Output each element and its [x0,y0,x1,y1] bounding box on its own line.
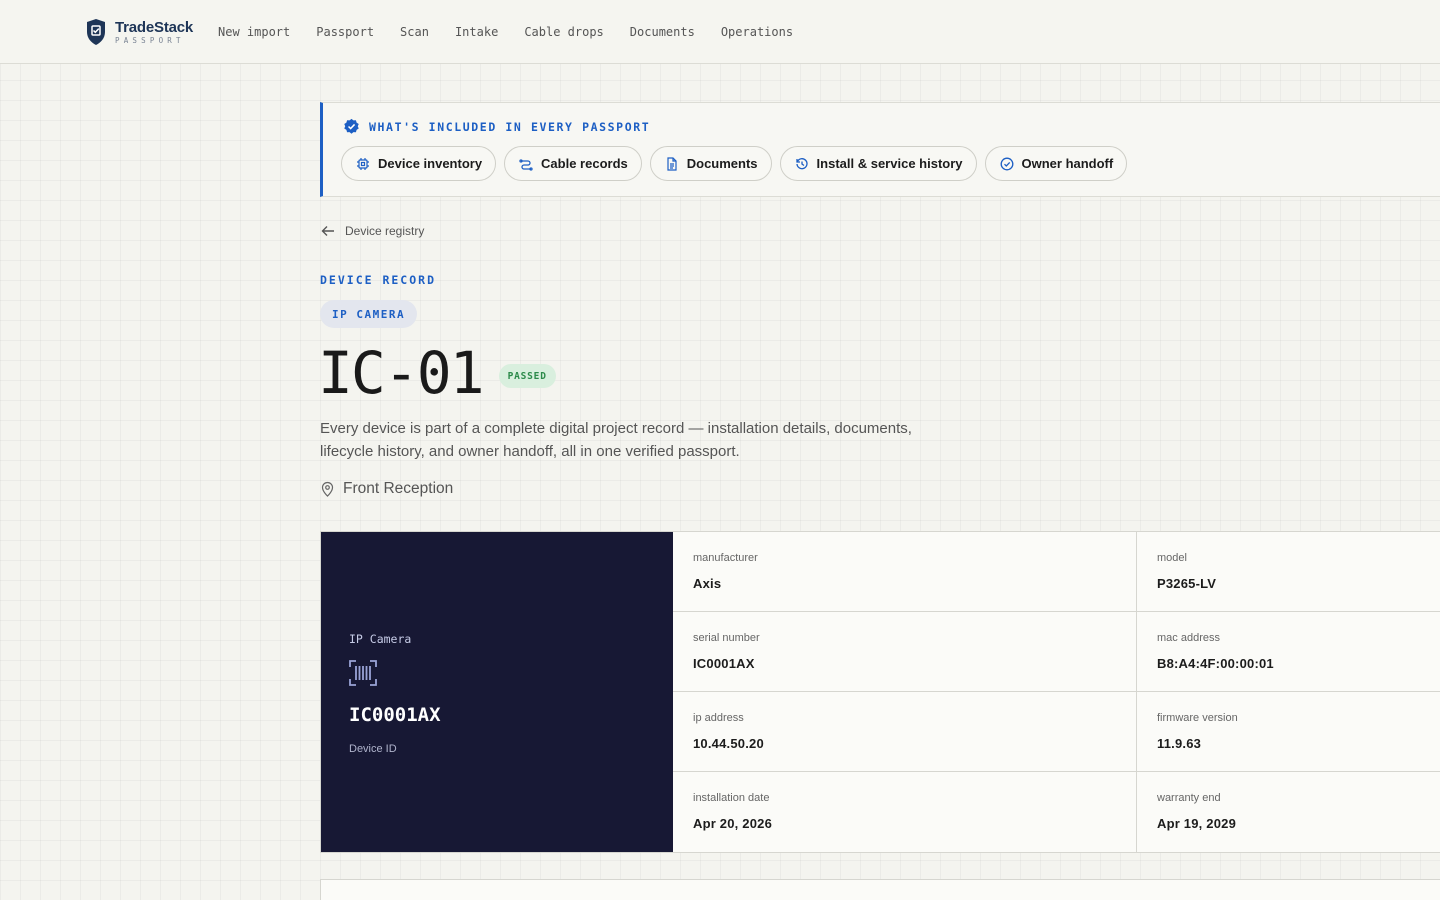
nav-documents[interactable]: Documents [630,25,695,39]
device-type-label: IP Camera [349,632,412,646]
chip-device-inventory[interactable]: Device inventory [341,146,497,181]
check-circle-icon [1000,157,1013,170]
field-label: model [1157,552,1187,564]
field-value: 11.9.63 [1157,736,1202,751]
field-value: Apr 20, 2026 [693,816,773,831]
arrow-left-icon [321,226,334,236]
chip-icon [357,157,369,170]
verified-badge-icon [344,118,359,134]
brand-name: TradeStack [115,18,194,36]
chip-label: Install & service history [816,156,963,171]
nav-cable-drops[interactable]: Cable drops [524,25,603,39]
document-icon [667,156,677,171]
field-label: warranty end [1157,792,1221,804]
field-mac-address: mac address B8:A4:4F:00:00:01 [1137,612,1440,692]
chip-label: Cable records [541,156,628,171]
feature-chips: Device inventory Cable records Documents… [341,146,1135,181]
chip-label: Documents [686,156,758,171]
field-firmware-version: firmware version 11.9.63 [1137,692,1440,772]
chip-label: Device inventory [378,156,483,171]
title-row: IC-01 PASSED [318,340,556,406]
history-icon [795,157,808,169]
field-ip-address: ip address 10.44.50.20 [673,692,1137,772]
location-label: Front Reception [343,480,454,497]
nav-passport[interactable]: Passport [316,25,374,39]
device-details-card: IP Camera IC0001AX Device ID manufacture… [320,531,1440,853]
record-eyebrow: DEVICE RECORD [320,273,437,287]
record-description: Every device is part of a complete digit… [320,420,912,460]
field-label: serial number [693,632,760,644]
device-id-panel: IP Camera IC0001AX Device ID [321,532,673,852]
device-type-pill: IP CAMERA [320,300,418,328]
location-pin-icon [321,481,334,497]
page-title: IC-01 [318,339,485,407]
field-value: P3265-LV [1157,576,1217,591]
main-nav: New import Passport Scan Intake Cable dr… [218,0,819,64]
field-label: mac address [1157,632,1220,644]
device-fields-grid: manufacturer Axis model P3265-LV serial … [673,532,1440,852]
chip-label: Owner handoff [1021,156,1114,171]
field-value: 10.44.50.20 [693,736,764,751]
status-badge: PASSED [498,364,556,388]
chip-documents[interactable]: Documents [649,146,772,181]
nav-new-import[interactable]: New import [218,25,290,39]
cable-icon [519,158,533,171]
brand-logo[interactable]: TradeStack PASSPORT [86,18,193,46]
field-label: installation date [693,792,770,804]
field-value: Apr 19, 2029 [1157,816,1237,831]
device-id: IC0001AX [349,704,441,726]
field-label: manufacturer [693,552,758,564]
chip-owner-handoff[interactable]: Owner handoff [984,146,1128,181]
field-serial-number: serial number IC0001AX [673,612,1137,692]
nav-intake[interactable]: Intake [455,25,498,39]
top-navigation: TradeStack PASSPORT New import Passport … [0,0,1440,64]
field-warranty-end: warranty end Apr 19, 2029 [1137,772,1440,852]
chip-cable-records[interactable]: Cable records [504,146,642,181]
breadcrumb-label: Device registry [345,224,425,238]
passport-features-banner: WHAT'S INCLUDED IN EVERY PASSPORT Device… [320,102,1440,197]
brand-subtitle: PASSPORT [115,35,185,45]
field-value: B8:A4:4F:00:00:01 [1157,656,1274,671]
nav-scan[interactable]: Scan [400,25,429,39]
nav-operations[interactable]: Operations [721,25,793,39]
device-location: Front Reception [320,480,453,498]
shield-logo-icon [87,19,105,45]
back-to-device-registry[interactable]: Device registry [320,223,424,239]
chip-install-service-history[interactable]: Install & service history [779,146,977,181]
field-manufacturer: manufacturer Axis [673,532,1137,612]
field-label: firmware version [1157,712,1238,724]
field-value: IC0001AX [693,656,755,671]
device-id-label: Device ID [349,743,397,755]
field-label: ip address [693,712,744,724]
field-value: Axis [693,576,722,591]
banner-title: WHAT'S INCLUDED IN EVERY PASSPORT [369,119,651,134]
barcode-scan-icon [349,660,377,686]
next-section-card [320,879,1440,900]
field-installation-date: installation date Apr 20, 2026 [673,772,1137,852]
field-model: model P3265-LV [1137,532,1440,612]
